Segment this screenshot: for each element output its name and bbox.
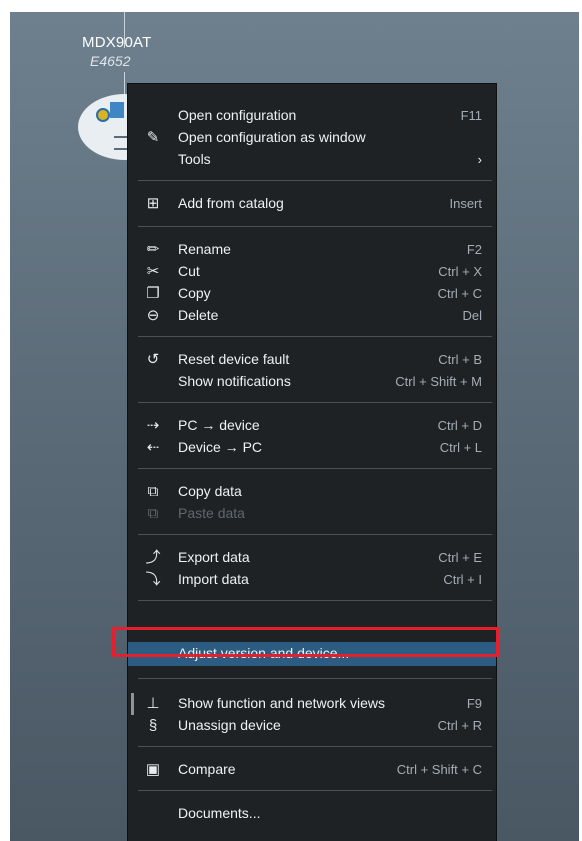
unassign-icon: § (148, 717, 158, 734)
menu-item-label: PC → device (178, 417, 260, 433)
menu-item-delete[interactable]: ⊖ Delete Del (128, 304, 496, 328)
menu-item-tools[interactable]: Tools › (128, 148, 496, 172)
download-icon: ⇠ (146, 439, 160, 456)
menu-separator (138, 226, 492, 227)
menu-item-label: Rename (178, 241, 231, 257)
menu-item-add-from-catalog[interactable]: ⊞ Add from catalog Insert (128, 192, 496, 216)
callout-highlight-box (112, 627, 499, 657)
menu-item-unassign-device[interactable]: § Unassign device Ctrl + R (128, 714, 496, 738)
menu-separator (138, 336, 492, 337)
menu-item-show-function-network-views[interactable]: ⊥ Show function and network views F9 (128, 692, 496, 716)
menu-item-reset-device-fault[interactable]: ↺ Reset device fault Ctrl + B (128, 348, 496, 372)
menu-handle-icon (114, 136, 128, 150)
menu-item-show-notifications[interactable]: Show notifications Ctrl + Shift + M (128, 370, 496, 394)
device-name: MDX90AT (82, 34, 152, 51)
menu-item-import-data[interactable]: ⤵ Import data Ctrl + I (128, 568, 496, 592)
paste-data-icon: ⧉ (147, 505, 159, 522)
menu-item-documents[interactable]: Documents... (128, 802, 496, 826)
menu-item-shortcut: Del (462, 308, 482, 323)
menu-separator (138, 678, 492, 679)
menu-item-open-configuration-window[interactable]: ✎ Open configuration as window (128, 126, 496, 150)
menu-item-shortcut: Ctrl + I (443, 572, 482, 587)
copy-data-icon: ⧉ (147, 483, 159, 500)
window-edit-icon: ✎ (146, 129, 160, 146)
menu-item-shortcut: Ctrl + L (439, 440, 482, 455)
menu-separator (138, 402, 492, 403)
menu-separator (138, 746, 492, 747)
menu-item-rename[interactable]: ✏ Rename F2 (128, 238, 496, 262)
menu-item-copy-data[interactable]: ⧉ Copy data (128, 480, 496, 504)
menu-item-shortcut: F9 (466, 696, 482, 711)
menu-item-label: Compare (178, 761, 236, 777)
device-status-icon (96, 108, 110, 122)
menu-item-pc-to-device[interactable]: ⇢ PC → device Ctrl + D (128, 414, 496, 438)
upload-icon: ⇢ (146, 417, 160, 434)
submenu-arrow-icon: › (477, 152, 482, 167)
menu-item-label: Unassign device (178, 717, 281, 733)
menu-item-label: Copy (178, 285, 211, 301)
menu-item-shortcut: Ctrl + R (437, 718, 482, 733)
menu-item-shortcut: F11 (460, 108, 482, 123)
network-icon: ⊥ (146, 695, 160, 712)
menu-item-shortcut: Ctrl + E (438, 550, 482, 565)
menu-separator (138, 600, 492, 601)
menu-item-label: Open configuration as window (178, 129, 366, 145)
scissors-icon: ✂ (146, 263, 160, 280)
menu-item-label: Device → PC (178, 439, 263, 455)
menu-item-shortcut: Ctrl + Shift + C (396, 762, 482, 777)
menu-item-label: Show function and network views (178, 695, 385, 711)
menu-item-export-data[interactable]: ⤴ Export data Ctrl + E (128, 546, 496, 570)
device-type-icon (110, 102, 124, 118)
menu-item-open-configuration[interactable]: Open configuration F11 (128, 104, 496, 128)
menu-item-copy[interactable]: ❐ Copy Ctrl + C (128, 282, 496, 306)
menu-item-label: Tools (178, 151, 211, 167)
menu-item-shortcut: Ctrl + X (438, 264, 482, 279)
menu-item-device-to-pc[interactable]: ⇠ Device → PC Ctrl + L (128, 436, 496, 460)
menu-item-label: Delete (178, 307, 219, 323)
menu-item-shortcut: Ctrl + Shift + M (395, 374, 482, 389)
context-menu: Open configuration F11 ✎ Open configurat… (128, 84, 496, 841)
menu-item-shortcut: Insert (449, 196, 482, 211)
export-icon: ⤴ (145, 549, 161, 566)
menu-item-label: Paste data (178, 505, 245, 521)
import-icon: ⤵ (145, 571, 161, 588)
menu-item-compare[interactable]: ▣ Compare Ctrl + Shift + C (128, 758, 496, 782)
menu-separator (138, 180, 492, 181)
pencil-icon: ✏ (146, 241, 160, 258)
menu-separator (138, 534, 492, 535)
menu-item-shortcut: Ctrl + B (438, 352, 482, 367)
device-code: E4652 (90, 53, 131, 69)
menu-item-shortcut: F2 (466, 242, 482, 257)
menu-item-shortcut: Ctrl + C (437, 286, 482, 301)
menu-separator (138, 468, 492, 469)
menu-item-label: Show notifications (178, 373, 291, 389)
menu-item-shortcut: Ctrl + D (437, 418, 482, 433)
workspace-canvas: MDX90AT E4652 Open configuration F11 ✎ O… (10, 12, 579, 841)
copy-icon: ❐ (146, 285, 160, 302)
menu-item-label: Export data (178, 549, 250, 565)
menu-item-label: Documents... (178, 805, 261, 821)
menu-item-paste-data: ⧉ Paste data (128, 502, 496, 526)
reset-icon: ↺ (146, 351, 160, 368)
catalog-icon: ⊞ (146, 195, 160, 212)
menu-item-label: Import data (178, 571, 249, 587)
menu-separator (138, 790, 492, 791)
menu-item-label: Add from catalog (178, 195, 284, 211)
menu-item-label: Reset device fault (178, 351, 290, 367)
compare-icon: ▣ (145, 761, 161, 778)
menu-item-cut[interactable]: ✂ Cut Ctrl + X (128, 260, 496, 284)
menu-item-label: Cut (178, 263, 200, 279)
menu-item-label: Open configuration (178, 107, 297, 123)
menu-item-label: Copy data (178, 483, 242, 499)
minus-circle-icon: ⊖ (146, 307, 160, 324)
